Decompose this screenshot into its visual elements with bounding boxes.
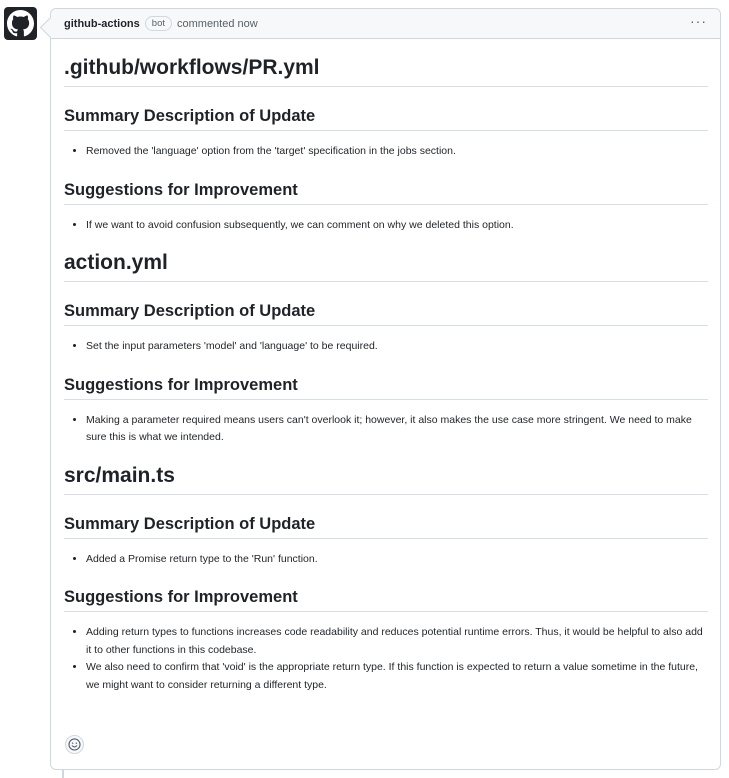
suggestions-heading: Suggestions for Improvement: [64, 161, 708, 205]
comment-body: .github/workflows/PR.yml Summary Descrip…: [51, 39, 720, 694]
comment-header: github-actions bot commented now ···: [51, 9, 720, 39]
list-item: If we want to avoid confusion subsequent…: [86, 217, 708, 235]
list-item: Removed the 'language' option from the '…: [86, 143, 708, 161]
list-item: We also need to confirm that 'void' is t…: [86, 659, 708, 694]
add-reaction-button[interactable]: [65, 735, 84, 754]
suggestions-list: If we want to avoid confusion subsequent…: [64, 217, 708, 235]
suggestions-heading: Suggestions for Improvement: [64, 568, 708, 612]
suggestions-list: Making a parameter required means users …: [64, 412, 708, 447]
list-item: Adding return types to functions increas…: [86, 624, 708, 659]
suggestions-list: Adding return types to functions increas…: [64, 624, 708, 694]
summary-heading: Summary Description of Update: [64, 495, 708, 539]
file-heading: action.yml: [64, 234, 708, 282]
author-link[interactable]: github-actions: [64, 18, 140, 30]
github-mark-icon: [7, 10, 34, 37]
suggestions-heading: Suggestions for Improvement: [64, 356, 708, 400]
list-item: Added a Promise return type to the 'Run'…: [86, 551, 708, 569]
kebab-horizontal-icon[interactable]: ···: [690, 13, 707, 35]
summary-list: Removed the 'language' option from the '…: [64, 143, 708, 161]
list-item: Set the input parameters 'model' and 'la…: [86, 338, 708, 356]
summary-heading: Summary Description of Update: [64, 87, 708, 131]
bot-badge: bot: [144, 16, 172, 31]
smiley-icon: [68, 738, 81, 751]
summary-heading: Summary Description of Update: [64, 282, 708, 326]
comment-timestamp[interactable]: commented now: [177, 18, 258, 30]
file-heading: .github/workflows/PR.yml: [64, 39, 708, 87]
file-heading: src/main.ts: [64, 447, 708, 495]
summary-list: Set the input parameters 'model' and 'la…: [64, 338, 708, 356]
avatar[interactable]: [4, 7, 37, 40]
list-item: Making a parameter required means users …: [86, 412, 708, 447]
summary-list: Added a Promise return type to the 'Run'…: [64, 551, 708, 569]
comment-box: github-actions bot commented now ··· .gi…: [50, 8, 721, 770]
